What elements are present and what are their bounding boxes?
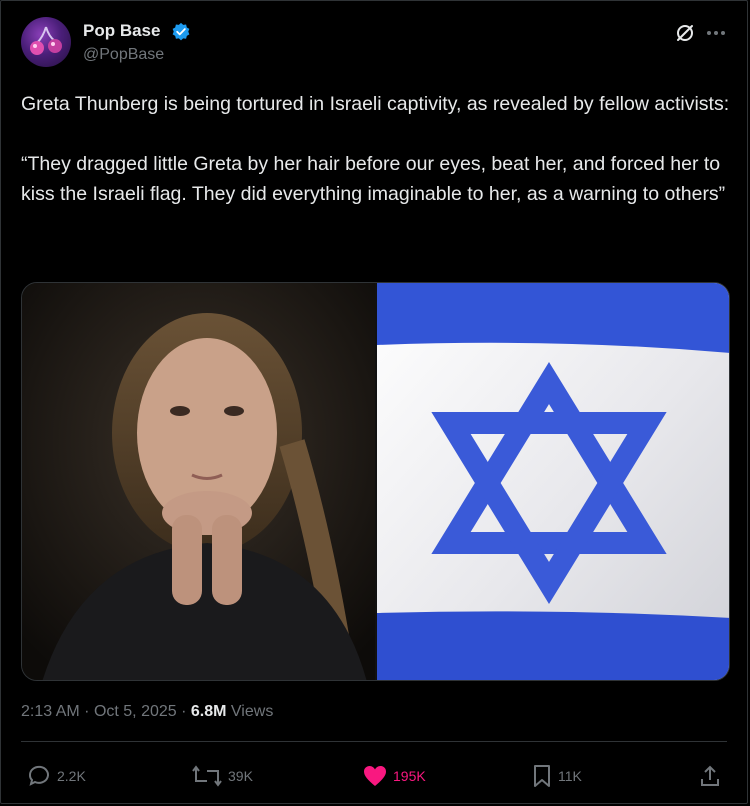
- avatar-logo: [30, 26, 62, 55]
- author-name[interactable]: Pop Base: [83, 21, 160, 41]
- views-label: Views: [230, 703, 274, 720]
- author-handle[interactable]: @PopBase: [83, 46, 164, 64]
- tweet-date[interactable]: Oct 5, 2025: [94, 703, 177, 720]
- grok-icon[interactable]: [675, 23, 695, 43]
- bookmark-count: 11K: [558, 768, 582, 784]
- like-icon: [364, 766, 386, 786]
- tweet-time[interactable]: 2:13 AM: [21, 703, 80, 720]
- bookmark-button[interactable]: 11K: [532, 763, 582, 789]
- portrait-photo[interactable]: [22, 283, 375, 681]
- tweet-media[interactable]: [21, 282, 730, 681]
- meta-separator: ·: [84, 703, 90, 720]
- views-count: 6.8M: [190, 703, 227, 720]
- israeli-flag-image[interactable]: [377, 283, 730, 681]
- share-button[interactable]: [699, 763, 721, 789]
- tweet-text: Greta Thunberg is being tortured in Isra…: [21, 89, 731, 209]
- repost-icon: [192, 765, 222, 787]
- tweet-text-line2: “They dragged little Greta by her hair b…: [21, 153, 726, 205]
- avatar[interactable]: [21, 17, 71, 67]
- tweet-meta: 2:13 AM · Oct 5, 2025 · 6.8M Views: [21, 703, 273, 721]
- meta-separator: ·: [181, 703, 187, 720]
- tweet-card: Pop Base @PopBase Greta Thunberg is bein…: [0, 0, 748, 804]
- repost-count: 39K: [228, 768, 253, 784]
- reply-button[interactable]: 2.2K: [27, 763, 86, 789]
- reply-icon: [28, 765, 49, 786]
- tweet-text-line1: Greta Thunberg is being tortured in Isra…: [21, 93, 730, 115]
- like-count: 195K: [393, 768, 426, 784]
- repost-button[interactable]: 39K: [192, 763, 253, 789]
- like-button[interactable]: 195K: [363, 763, 426, 789]
- share-icon: [701, 765, 719, 786]
- bookmark-icon: [534, 765, 550, 787]
- more-icon[interactable]: [705, 23, 727, 43]
- reply-count: 2.2K: [57, 768, 86, 784]
- divider: [21, 741, 727, 742]
- verified-badge-icon: [172, 22, 190, 41]
